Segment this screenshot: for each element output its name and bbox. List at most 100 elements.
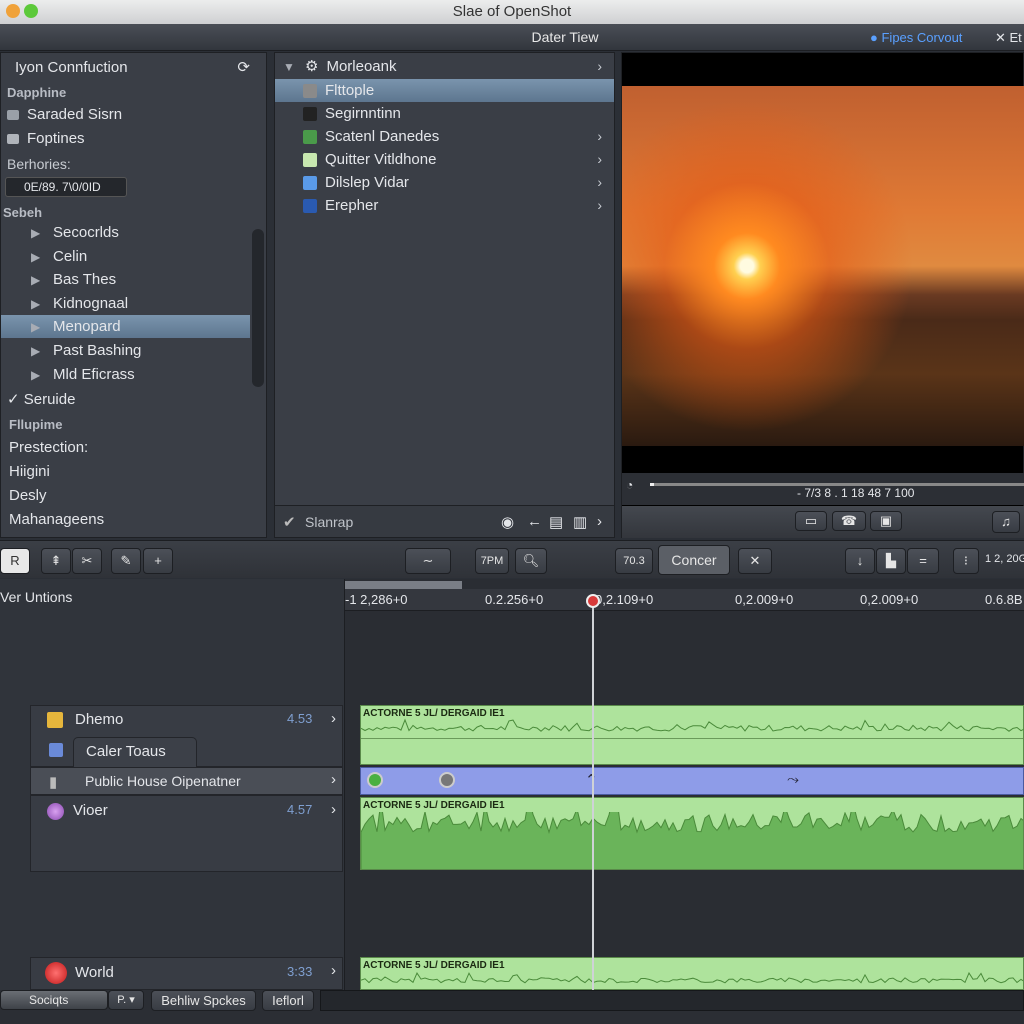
back-icon[interactable]: ← bbox=[527, 513, 542, 530]
refresh-icon[interactable]: ⟳ bbox=[237, 56, 250, 79]
curve-button[interactable]: ∼ bbox=[405, 548, 451, 574]
properties-panel: Iyon Connfuction ⟳ Dapphine Saraded Sisr… bbox=[0, 52, 267, 538]
media-item[interactable]: Segirnntinn bbox=[275, 102, 614, 125]
playhead-handle[interactable] bbox=[586, 594, 600, 608]
expand-icon: ▶ bbox=[31, 273, 41, 288]
list-item[interactable]: Prestection: bbox=[9, 436, 266, 459]
add-track-button[interactable]: + bbox=[143, 548, 173, 574]
tree-item[interactable]: ▶ Bas Thes bbox=[1, 268, 266, 291]
scroll-thumb[interactable] bbox=[345, 581, 462, 589]
printer-icon bbox=[7, 134, 19, 145]
tree-item[interactable]: ▶ Mld Eficrass bbox=[1, 363, 266, 386]
audio-clip[interactable]: ⌃ ⤳ bbox=[360, 767, 1024, 795]
zoom-button[interactable] bbox=[24, 4, 38, 18]
behliw-spckes-button[interactable]: Behliw Spckes bbox=[151, 990, 256, 1011]
track-name: Public House Oipenatner bbox=[85, 773, 241, 789]
concer-button[interactable]: Concer bbox=[658, 545, 730, 575]
export-link[interactable]: ● Fipes Corvout bbox=[870, 30, 962, 45]
track-name: Vioer bbox=[73, 802, 108, 819]
tree-item[interactable]: ▶ Kidnognaal bbox=[1, 292, 266, 315]
search-button[interactable]: 🔍︎ bbox=[515, 548, 547, 574]
chevron-right-icon: › bbox=[597, 174, 602, 190]
scope-dropdown[interactable]: P. ▾ bbox=[108, 990, 144, 1010]
close-tab-button[interactable]: ✕ Et bbox=[995, 30, 1022, 46]
media-item-label: Erepher bbox=[325, 197, 379, 214]
track-vioer[interactable]: Vioer 4.57 › bbox=[30, 795, 343, 872]
checked-item[interactable]: ✓ Seruide bbox=[7, 388, 266, 411]
scrubber-area: ◔ - 7/3 8 . 1 18 48 7 100 bbox=[622, 473, 1024, 505]
folder-icon bbox=[47, 712, 63, 728]
record-button[interactable]: R bbox=[0, 548, 30, 574]
close-x-button[interactable]: ✕ bbox=[738, 548, 772, 574]
fps-button[interactable]: 70.3 bbox=[615, 548, 653, 574]
video-preview: ◔ - 7/3 8 . 1 18 48 7 100 ▭ ☎ ▣ ♫ bbox=[621, 52, 1024, 538]
pen-button[interactable]: ✎ bbox=[111, 548, 141, 574]
ruler-tick-label: 0.6.8B bbox=[985, 592, 1023, 607]
tree-item[interactable]: ▶ Secocrlds bbox=[1, 221, 266, 244]
track-demo[interactable]: Dhemo 4.53 › Caler Toaus bbox=[30, 705, 343, 767]
clip-label: ACTORNE 5 JL/ DERGAID IE1 bbox=[363, 800, 505, 811]
track-tab[interactable]: Caler Toaus bbox=[73, 737, 197, 767]
menu-button[interactable]: ⁝ bbox=[953, 548, 979, 574]
camera-button[interactable]: ▣ bbox=[870, 511, 902, 531]
list-item[interactable]: Mahanageens bbox=[9, 508, 266, 531]
time-ruler[interactable]: -1 2,286+0 0.2.256+0 0,2.109+0 0,2.009+0 0,2… bbox=[345, 589, 1024, 611]
media-item[interactable]: Erepher › bbox=[275, 194, 614, 217]
speed-icon[interactable]: ◔ bbox=[626, 478, 633, 492]
tree-item-label: Mld Eficrass bbox=[53, 365, 135, 383]
fullscreen-button[interactable]: ▭ bbox=[795, 511, 827, 531]
track-name: World bbox=[75, 964, 114, 981]
list-icon[interactable]: ▤ bbox=[549, 513, 563, 531]
track-world[interactable]: World 3:33 › bbox=[30, 957, 343, 990]
media-item[interactable]: Scatenl Danedes › bbox=[275, 125, 614, 148]
chevron-right-icon: › bbox=[331, 962, 336, 979]
media-item[interactable]: Dilslep Vidar › bbox=[275, 171, 614, 194]
info-icon: ● bbox=[870, 30, 878, 45]
disk-icon bbox=[7, 110, 19, 121]
media-item[interactable]: Flttople bbox=[275, 79, 614, 102]
image-icon bbox=[303, 130, 317, 145]
video-clip[interactable]: ACTORNE 5 JL/ DERGAID IE1 bbox=[360, 957, 1024, 990]
playhead[interactable] bbox=[592, 600, 594, 990]
list-item[interactable]: Hiigini bbox=[9, 460, 266, 483]
forward-icon[interactable]: › bbox=[597, 513, 602, 530]
ieflorl-button[interactable]: Ieflorl bbox=[262, 990, 314, 1011]
globe-icon[interactable]: ◉ bbox=[501, 513, 514, 531]
preview-frame-image bbox=[622, 86, 1024, 446]
track-public-house[interactable]: ▮ Public House Oipenatner › bbox=[30, 767, 343, 795]
keyframe-icon[interactable] bbox=[439, 772, 455, 788]
minimize-button[interactable] bbox=[6, 4, 20, 18]
footer-label: Slanrap bbox=[305, 514, 354, 530]
down-arrow-button[interactable]: ↓ bbox=[845, 548, 875, 574]
tree-item[interactable]: ▶ Past Bashing bbox=[1, 339, 266, 362]
folder-icon bbox=[303, 84, 317, 99]
expand-icon: ▶ bbox=[31, 320, 41, 335]
razor-button[interactable]: ✂ bbox=[72, 548, 102, 574]
scrollbar[interactable] bbox=[252, 229, 264, 387]
equals-button[interactable]: = bbox=[907, 548, 939, 574]
chart-icon[interactable]: ▥ bbox=[573, 513, 587, 531]
dropdown-label: P. bbox=[117, 994, 127, 1006]
keyframe-icon[interactable] bbox=[367, 772, 383, 788]
media-item[interactable]: Quitter Vitldhone › bbox=[275, 148, 614, 171]
list-item[interactable]: Saraded Sisrn bbox=[7, 103, 266, 126]
music-button[interactable]: ♫ bbox=[992, 511, 1020, 533]
scope-select[interactable]: Sociqts bbox=[0, 990, 108, 1010]
value-field[interactable]: 0E/89. 7\0/0ID bbox=[5, 177, 127, 197]
add-marker-button[interactable]: ⇞ bbox=[41, 548, 71, 574]
waveform bbox=[361, 972, 1023, 984]
align-button[interactable]: ▙ bbox=[876, 548, 906, 574]
tree-item[interactable]: ▶ Celin bbox=[1, 245, 266, 268]
list-item-label: Saraded Sisrn bbox=[27, 106, 123, 123]
root-folder[interactable]: ▼ ⚙ Morleoank › bbox=[283, 55, 614, 78]
window-title: Slae of OpenShot bbox=[452, 3, 572, 20]
time-button[interactable]: 7PM bbox=[475, 548, 509, 574]
video-clip[interactable]: ACTORNE 5 JL/ DERGAID IE1 bbox=[360, 705, 1024, 765]
phone-button[interactable]: ☎ bbox=[832, 511, 866, 531]
list-item-label: Foptines bbox=[27, 130, 85, 147]
list-item[interactable]: Foptines bbox=[7, 127, 266, 150]
status-field[interactable] bbox=[320, 990, 1024, 1011]
tree-item[interactable]: ▶ Menopard bbox=[1, 315, 250, 339]
list-item[interactable]: Desly bbox=[9, 484, 266, 507]
video-clip[interactable]: ACTORNE 5 JL/ DERGAID IE1 bbox=[360, 797, 1024, 870]
